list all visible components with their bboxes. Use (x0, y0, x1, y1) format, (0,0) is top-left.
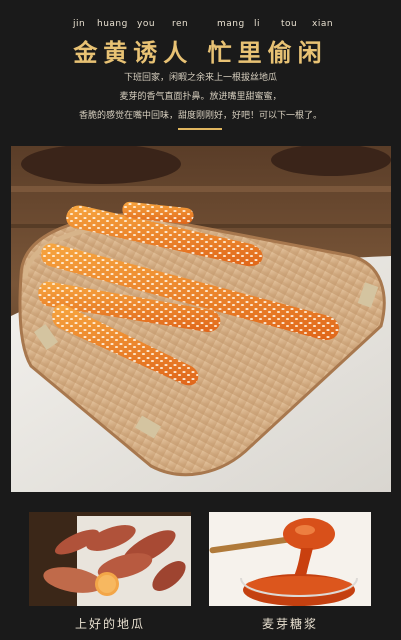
malt-syrup-photo (209, 512, 371, 606)
sweet-potato-illustration (29, 512, 191, 606)
pinyin-word: li (254, 19, 261, 29)
malt-syrup-illustration (209, 512, 371, 606)
title-divider (178, 128, 222, 130)
thumbnail-caption: 上好的地瓜 (74, 617, 145, 631)
hero-photo (11, 146, 391, 492)
hero-illustration (11, 146, 391, 492)
thumbnail-caption: 麦芽糖浆 (261, 617, 318, 631)
pinyin-word: xian (312, 19, 334, 29)
header: jin huang you ren mang li tou xian 金黄诱人 … (0, 0, 401, 140)
page-title: 金黄诱人 忙里偷闲 (73, 38, 328, 67)
pinyin-word: huang (97, 19, 128, 29)
pinyin-word: mang (217, 19, 245, 29)
description-line: 香脆的感觉在嘴中回味，甜度刚刚好，好吧！可以下一根了。 (78, 111, 322, 121)
description-line: 麦芽的香气直面扑鼻。放进嘴里甜蜜蜜， (119, 92, 282, 102)
pinyin-word: tou (281, 19, 298, 29)
pinyin-row: jin huang you ren mang li tou xian (0, 19, 401, 33)
sweet-potato-photo (29, 512, 191, 606)
pinyin-word: ren (172, 19, 189, 29)
pinyin-word: jin (73, 19, 86, 29)
description-line: 下班回家，闲暇之余来上一根拔丝地瓜 (123, 73, 277, 83)
pinyin-word: you (137, 19, 156, 29)
